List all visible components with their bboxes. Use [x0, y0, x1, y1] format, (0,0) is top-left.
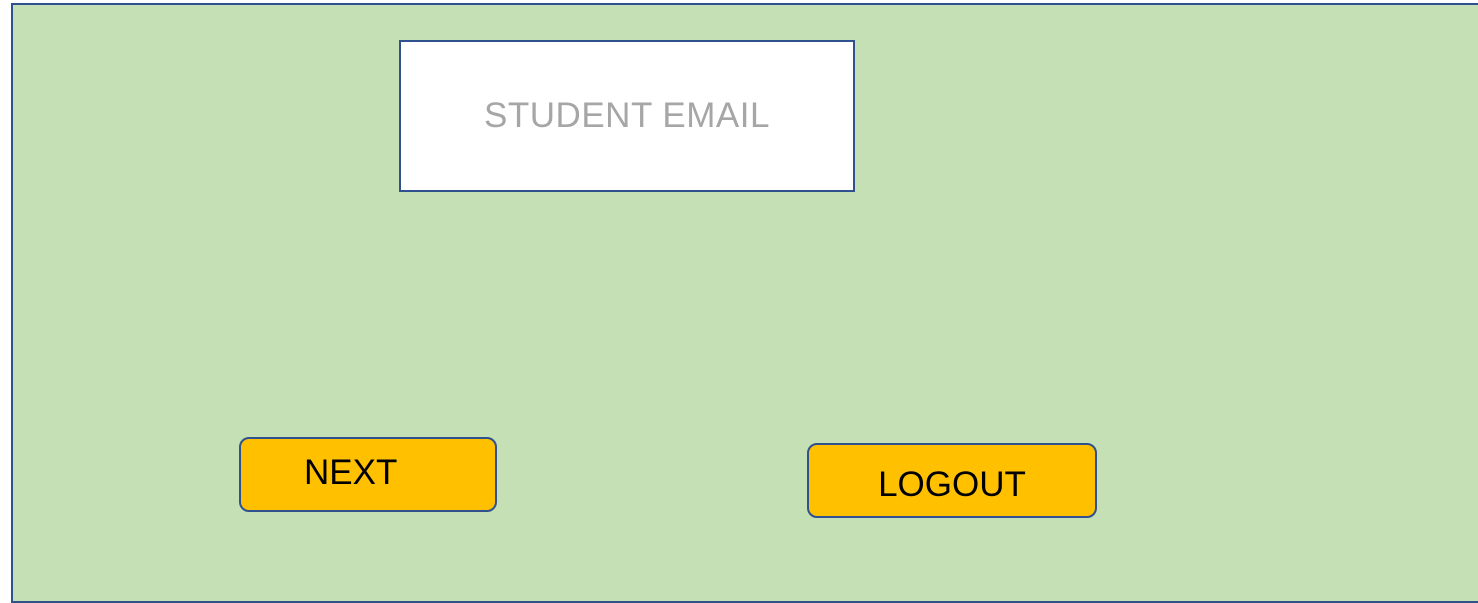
logout-button[interactable]: LOGOUT	[807, 443, 1097, 518]
student-email-field[interactable]: STUDENT EMAIL	[399, 40, 855, 192]
student-email-placeholder: STUDENT EMAIL	[484, 96, 770, 135]
logout-button-label: LOGOUT	[878, 464, 1026, 504]
next-button-label: NEXT	[304, 452, 398, 492]
next-button[interactable]: NEXT	[239, 437, 497, 512]
